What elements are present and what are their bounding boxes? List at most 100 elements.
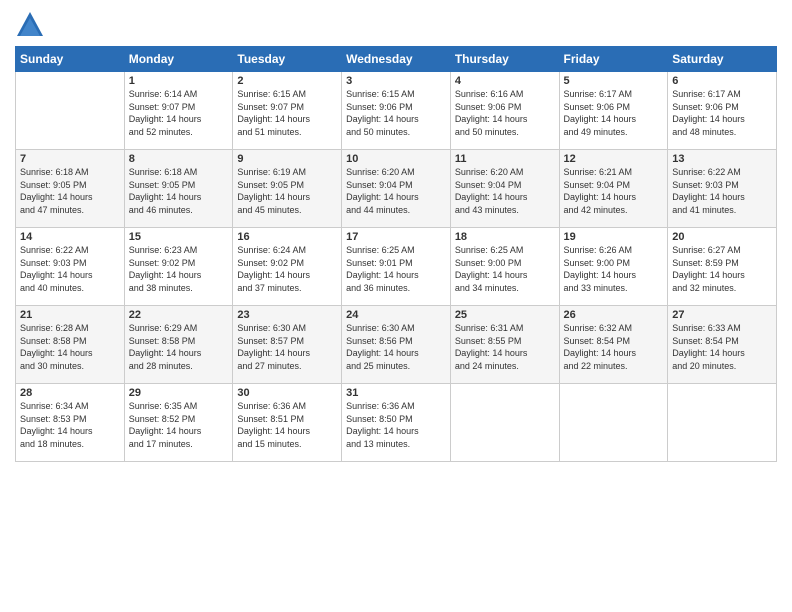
day-number: 5	[564, 75, 664, 87]
cell-info: Sunrise: 6:18 AMSunset: 9:05 PMDaylight:…	[129, 166, 229, 216]
cell-info: Sunrise: 6:21 AMSunset: 9:04 PMDaylight:…	[564, 166, 664, 216]
calendar-cell: 6Sunrise: 6:17 AMSunset: 9:06 PMDaylight…	[668, 72, 777, 150]
calendar-cell: 25Sunrise: 6:31 AMSunset: 8:55 PMDayligh…	[450, 306, 559, 384]
logo	[15, 10, 49, 40]
calendar-cell: 29Sunrise: 6:35 AMSunset: 8:52 PMDayligh…	[124, 384, 233, 462]
day-number: 10	[346, 153, 446, 165]
cell-info: Sunrise: 6:34 AMSunset: 8:53 PMDaylight:…	[20, 400, 120, 450]
calendar-cell: 26Sunrise: 6:32 AMSunset: 8:54 PMDayligh…	[559, 306, 668, 384]
cell-info: Sunrise: 6:36 AMSunset: 8:50 PMDaylight:…	[346, 400, 446, 450]
day-number: 4	[455, 75, 555, 87]
calendar-cell: 17Sunrise: 6:25 AMSunset: 9:01 PMDayligh…	[342, 228, 451, 306]
day-number: 18	[455, 231, 555, 243]
calendar-cell: 21Sunrise: 6:28 AMSunset: 8:58 PMDayligh…	[16, 306, 125, 384]
cell-info: Sunrise: 6:23 AMSunset: 9:02 PMDaylight:…	[129, 244, 229, 294]
calendar-cell: 2Sunrise: 6:15 AMSunset: 9:07 PMDaylight…	[233, 72, 342, 150]
cell-info: Sunrise: 6:22 AMSunset: 9:03 PMDaylight:…	[672, 166, 772, 216]
week-row-1: 1Sunrise: 6:14 AMSunset: 9:07 PMDaylight…	[16, 72, 777, 150]
calendar-cell: 3Sunrise: 6:15 AMSunset: 9:06 PMDaylight…	[342, 72, 451, 150]
cell-info: Sunrise: 6:31 AMSunset: 8:55 PMDaylight:…	[455, 322, 555, 372]
day-number: 26	[564, 309, 664, 321]
calendar-cell: 23Sunrise: 6:30 AMSunset: 8:57 PMDayligh…	[233, 306, 342, 384]
day-number: 20	[672, 231, 772, 243]
cell-info: Sunrise: 6:20 AMSunset: 9:04 PMDaylight:…	[455, 166, 555, 216]
cell-info: Sunrise: 6:30 AMSunset: 8:56 PMDaylight:…	[346, 322, 446, 372]
col-header-sunday: Sunday	[16, 47, 125, 72]
day-number: 21	[20, 309, 120, 321]
col-header-thursday: Thursday	[450, 47, 559, 72]
day-number: 1	[129, 75, 229, 87]
header-row: SundayMondayTuesdayWednesdayThursdayFrid…	[16, 47, 777, 72]
header	[15, 10, 777, 40]
calendar-cell: 16Sunrise: 6:24 AMSunset: 9:02 PMDayligh…	[233, 228, 342, 306]
week-row-5: 28Sunrise: 6:34 AMSunset: 8:53 PMDayligh…	[16, 384, 777, 462]
week-row-4: 21Sunrise: 6:28 AMSunset: 8:58 PMDayligh…	[16, 306, 777, 384]
day-number: 6	[672, 75, 772, 87]
day-number: 13	[672, 153, 772, 165]
cell-info: Sunrise: 6:15 AMSunset: 9:06 PMDaylight:…	[346, 88, 446, 138]
cell-info: Sunrise: 6:22 AMSunset: 9:03 PMDaylight:…	[20, 244, 120, 294]
calendar-cell: 7Sunrise: 6:18 AMSunset: 9:05 PMDaylight…	[16, 150, 125, 228]
day-number: 17	[346, 231, 446, 243]
cell-info: Sunrise: 6:30 AMSunset: 8:57 PMDaylight:…	[237, 322, 337, 372]
day-number: 19	[564, 231, 664, 243]
calendar-cell: 24Sunrise: 6:30 AMSunset: 8:56 PMDayligh…	[342, 306, 451, 384]
cell-info: Sunrise: 6:20 AMSunset: 9:04 PMDaylight:…	[346, 166, 446, 216]
cell-info: Sunrise: 6:15 AMSunset: 9:07 PMDaylight:…	[237, 88, 337, 138]
page: SundayMondayTuesdayWednesdayThursdayFrid…	[0, 0, 792, 612]
cell-info: Sunrise: 6:25 AMSunset: 9:01 PMDaylight:…	[346, 244, 446, 294]
day-number: 27	[672, 309, 772, 321]
cell-info: Sunrise: 6:26 AMSunset: 9:00 PMDaylight:…	[564, 244, 664, 294]
cell-info: Sunrise: 6:18 AMSunset: 9:05 PMDaylight:…	[20, 166, 120, 216]
calendar-cell: 10Sunrise: 6:20 AMSunset: 9:04 PMDayligh…	[342, 150, 451, 228]
calendar-cell: 5Sunrise: 6:17 AMSunset: 9:06 PMDaylight…	[559, 72, 668, 150]
day-number: 3	[346, 75, 446, 87]
day-number: 28	[20, 387, 120, 399]
day-number: 9	[237, 153, 337, 165]
cell-info: Sunrise: 6:19 AMSunset: 9:05 PMDaylight:…	[237, 166, 337, 216]
cell-info: Sunrise: 6:32 AMSunset: 8:54 PMDaylight:…	[564, 322, 664, 372]
col-header-tuesday: Tuesday	[233, 47, 342, 72]
calendar-cell: 15Sunrise: 6:23 AMSunset: 9:02 PMDayligh…	[124, 228, 233, 306]
calendar-cell	[16, 72, 125, 150]
day-number: 14	[20, 231, 120, 243]
day-number: 29	[129, 387, 229, 399]
col-header-saturday: Saturday	[668, 47, 777, 72]
calendar-cell: 1Sunrise: 6:14 AMSunset: 9:07 PMDaylight…	[124, 72, 233, 150]
calendar-table: SundayMondayTuesdayWednesdayThursdayFrid…	[15, 46, 777, 462]
calendar-cell	[559, 384, 668, 462]
calendar-cell	[668, 384, 777, 462]
calendar-cell: 8Sunrise: 6:18 AMSunset: 9:05 PMDaylight…	[124, 150, 233, 228]
day-number: 16	[237, 231, 337, 243]
calendar-cell: 12Sunrise: 6:21 AMSunset: 9:04 PMDayligh…	[559, 150, 668, 228]
col-header-monday: Monday	[124, 47, 233, 72]
day-number: 31	[346, 387, 446, 399]
cell-info: Sunrise: 6:33 AMSunset: 8:54 PMDaylight:…	[672, 322, 772, 372]
day-number: 11	[455, 153, 555, 165]
day-number: 8	[129, 153, 229, 165]
cell-info: Sunrise: 6:28 AMSunset: 8:58 PMDaylight:…	[20, 322, 120, 372]
day-number: 25	[455, 309, 555, 321]
logo-icon	[15, 10, 45, 40]
cell-info: Sunrise: 6:35 AMSunset: 8:52 PMDaylight:…	[129, 400, 229, 450]
calendar-cell: 11Sunrise: 6:20 AMSunset: 9:04 PMDayligh…	[450, 150, 559, 228]
week-row-3: 14Sunrise: 6:22 AMSunset: 9:03 PMDayligh…	[16, 228, 777, 306]
cell-info: Sunrise: 6:27 AMSunset: 8:59 PMDaylight:…	[672, 244, 772, 294]
day-number: 24	[346, 309, 446, 321]
day-number: 15	[129, 231, 229, 243]
calendar-cell: 9Sunrise: 6:19 AMSunset: 9:05 PMDaylight…	[233, 150, 342, 228]
day-number: 22	[129, 309, 229, 321]
cell-info: Sunrise: 6:16 AMSunset: 9:06 PMDaylight:…	[455, 88, 555, 138]
day-number: 23	[237, 309, 337, 321]
calendar-cell: 13Sunrise: 6:22 AMSunset: 9:03 PMDayligh…	[668, 150, 777, 228]
cell-info: Sunrise: 6:14 AMSunset: 9:07 PMDaylight:…	[129, 88, 229, 138]
day-number: 7	[20, 153, 120, 165]
day-number: 12	[564, 153, 664, 165]
cell-info: Sunrise: 6:17 AMSunset: 9:06 PMDaylight:…	[672, 88, 772, 138]
cell-info: Sunrise: 6:29 AMSunset: 8:58 PMDaylight:…	[129, 322, 229, 372]
calendar-cell: 20Sunrise: 6:27 AMSunset: 8:59 PMDayligh…	[668, 228, 777, 306]
calendar-cell: 22Sunrise: 6:29 AMSunset: 8:58 PMDayligh…	[124, 306, 233, 384]
day-number: 30	[237, 387, 337, 399]
col-header-friday: Friday	[559, 47, 668, 72]
calendar-cell: 27Sunrise: 6:33 AMSunset: 8:54 PMDayligh…	[668, 306, 777, 384]
